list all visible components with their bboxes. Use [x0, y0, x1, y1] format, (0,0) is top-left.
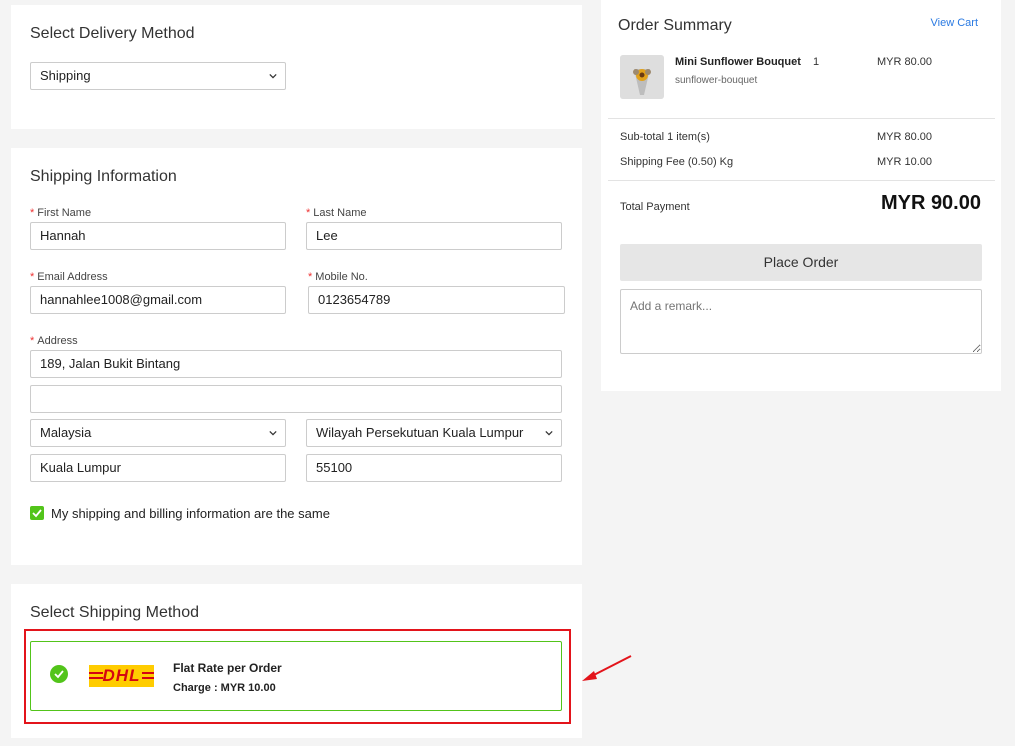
- mobile-field[interactable]: 0123654789: [308, 286, 565, 314]
- chevron-down-icon: [269, 430, 277, 436]
- order-summary-title: Order Summary: [618, 17, 732, 34]
- total-value: MYR 90.00: [880, 192, 981, 214]
- highlight-box: [24, 629, 571, 724]
- shipping-fee-label: Shipping Fee (0.50) Kg: [620, 156, 734, 168]
- address-label: * Address: [30, 335, 78, 347]
- view-cart-link[interactable]: View Cart: [931, 17, 978, 29]
- remark-textarea[interactable]: [620, 289, 982, 354]
- address-line1-field[interactable]: 189, Jalan Bukit Bintang: [30, 350, 562, 378]
- same-billing-label: My shipping and billing information are …: [51, 506, 330, 521]
- email-field[interactable]: hannahlee1008@gmail.com: [30, 286, 286, 314]
- divider: [608, 118, 995, 119]
- email-label: * Email Address: [30, 271, 108, 283]
- product-price: MYR 80.00: [877, 56, 933, 68]
- state-value: Wilayah Persekutuan Kuala Lumpur: [316, 425, 524, 440]
- total-label: Total Payment: [620, 201, 690, 213]
- shipping-info-card: Shipping Information * First Name Hannah …: [11, 148, 582, 565]
- same-billing-checkbox[interactable]: [30, 506, 44, 520]
- first-name-label: * First Name: [30, 207, 92, 219]
- chevron-down-icon: [545, 430, 553, 436]
- first-name-field[interactable]: Hannah: [30, 222, 286, 250]
- delivery-method-card: Select Delivery Method Shipping: [11, 5, 582, 129]
- subtotal-value: MYR 80.00: [877, 131, 933, 143]
- delivery-method-value: Shipping: [40, 68, 91, 83]
- annotation-arrow-icon: [582, 655, 632, 681]
- mobile-label: * Mobile No.: [308, 271, 368, 283]
- postcode-field[interactable]: 55100: [306, 454, 562, 482]
- product-name: Mini Sunflower Bouquet: [675, 56, 801, 68]
- delivery-method-title: Select Delivery Method: [30, 25, 195, 42]
- last-name-label: * Last Name: [306, 207, 367, 219]
- shipping-method-title: Select Shipping Method: [30, 604, 199, 621]
- check-icon: [32, 509, 42, 518]
- state-select[interactable]: Wilayah Persekutuan Kuala Lumpur: [306, 419, 562, 447]
- product-thumbnail: [620, 55, 664, 99]
- shipping-fee-value: MYR 10.00: [877, 156, 933, 168]
- place-order-button[interactable]: Place Order: [620, 244, 982, 281]
- address-line2-field[interactable]: [30, 385, 562, 413]
- divider: [608, 180, 995, 181]
- country-select[interactable]: Malaysia: [30, 419, 286, 447]
- last-name-field[interactable]: Lee: [306, 222, 562, 250]
- product-slug: sunflower-bouquet: [675, 75, 758, 86]
- subtotal-label: Sub-total 1 item(s): [620, 131, 710, 143]
- city-field[interactable]: Kuala Lumpur: [30, 454, 286, 482]
- shipping-info-title: Shipping Information: [30, 168, 177, 185]
- chevron-down-icon: [269, 73, 277, 79]
- order-summary-card: Order Summary View Cart Mini Sunflower B…: [601, 0, 1001, 391]
- delivery-method-select[interactable]: Shipping: [30, 62, 286, 90]
- sunflower-bouquet-image: [620, 55, 664, 99]
- country-value: Malaysia: [40, 425, 92, 440]
- product-qty: 1: [813, 56, 820, 68]
